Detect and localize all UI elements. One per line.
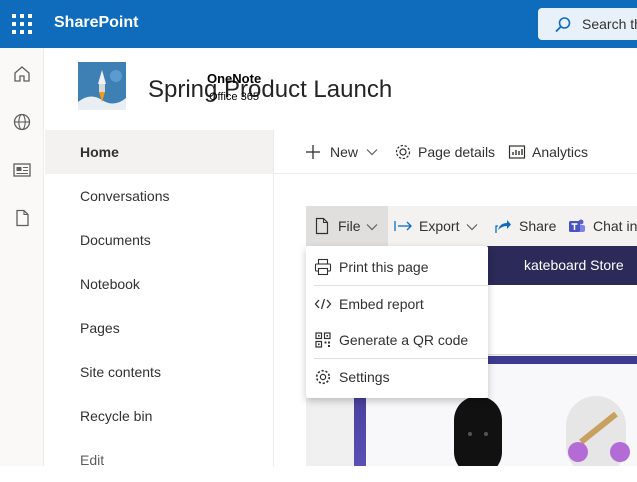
news-icon[interactable] <box>12 160 32 180</box>
menu-item-qr-code[interactable]: Generate a QR code <box>306 321 488 357</box>
gear-icon <box>395 144 411 160</box>
menu-item-label: Settings <box>339 369 390 385</box>
file-icon <box>315 217 329 235</box>
nav-item-edit[interactable]: Edit <box>45 438 273 482</box>
chevron-down-icon <box>466 224 478 231</box>
share-icon <box>495 220 511 233</box>
export-icon <box>394 221 412 231</box>
left-navigation: Home Conversations Documents Notebook Pa… <box>45 130 274 468</box>
export-button[interactable]: Export <box>394 206 482 246</box>
menu-item-print[interactable]: Print this page <box>306 248 488 284</box>
plus-icon <box>306 145 320 159</box>
nav-item-site-contents[interactable]: Site contents <box>45 350 273 394</box>
nav-item-label: Site contents <box>80 364 161 380</box>
nav-item-label: Documents <box>80 232 151 248</box>
file-menu-button[interactable]: File <box>306 206 388 246</box>
page-details-button[interactable]: Page details <box>394 130 496 174</box>
document-icon[interactable] <box>12 208 32 228</box>
nav-item-notebook[interactable]: Notebook <box>45 262 273 306</box>
analytics-icon <box>508 145 526 159</box>
menu-item-settings[interactable]: Settings <box>306 358 488 394</box>
nav-item-label: Notebook <box>80 276 140 292</box>
site-logo[interactable] <box>78 62 126 110</box>
code-icon <box>314 298 332 310</box>
menu-item-label: Embed report <box>339 296 424 312</box>
qr-code-icon <box>315 332 331 348</box>
globe-icon[interactable] <box>12 112 32 132</box>
nav-item-home[interactable]: Home <box>45 130 273 174</box>
chat-in-label: Chat in <box>593 218 637 234</box>
teams-icon <box>569 219 585 232</box>
new-button[interactable]: New <box>304 130 386 174</box>
menu-item-label: Generate a QR code <box>339 332 469 348</box>
site-title[interactable]: Spring Product Launch <box>148 76 392 104</box>
nav-item-label: Pages <box>80 320 120 336</box>
nav-item-recycle-bin[interactable]: Recycle bin <box>45 394 273 438</box>
new-label: New <box>330 144 359 160</box>
nav-item-label: Home <box>80 144 119 160</box>
share-button[interactable]: Share <box>494 206 556 246</box>
app-rail <box>0 48 44 466</box>
app-launcher-icon[interactable] <box>11 13 33 35</box>
share-label: Share <box>519 218 557 234</box>
page-command-bar: New Page details Analytics <box>274 130 637 174</box>
page-details-label: Page details <box>418 144 496 160</box>
search-icon <box>555 17 571 33</box>
settings-icon <box>315 369 331 385</box>
search-box[interactable]: Search th <box>538 8 637 40</box>
chevron-down-icon <box>366 224 378 231</box>
home-icon[interactable] <box>12 64 32 84</box>
chat-in-teams-button[interactable]: Chat in <box>568 206 637 246</box>
menu-item-embed-report[interactable]: Embed report <box>306 285 488 321</box>
report-toolbar: File Export Share Chat in <box>306 206 637 246</box>
search-placeholder: Search th <box>582 16 637 32</box>
file-dropdown-menu: Print this page Embed report Generate a … <box>306 246 488 398</box>
printer-icon <box>314 258 332 276</box>
tile-subtitle: Office 365 <box>209 91 259 103</box>
menu-item-label: Print this page <box>339 259 429 275</box>
nav-item-documents[interactable]: Documents <box>45 218 273 262</box>
analytics-button[interactable]: Analytics <box>508 130 598 174</box>
analytics-label: Analytics <box>532 144 589 160</box>
nav-item-conversations[interactable]: Conversations <box>45 174 273 218</box>
nav-item-label: Recycle bin <box>80 408 153 424</box>
suite-header: SharePoint Search th <box>0 0 637 48</box>
tile-title: OneNote <box>207 71 262 86</box>
export-label: Export <box>419 218 460 234</box>
nav-item-label: Conversations <box>80 188 170 204</box>
chevron-down-icon <box>366 149 378 156</box>
nav-item-pages[interactable]: Pages <box>45 306 273 350</box>
brand-name[interactable]: SharePoint <box>54 14 138 32</box>
file-label: File <box>338 218 361 234</box>
report-banner-title: kateboard Store <box>524 257 624 273</box>
